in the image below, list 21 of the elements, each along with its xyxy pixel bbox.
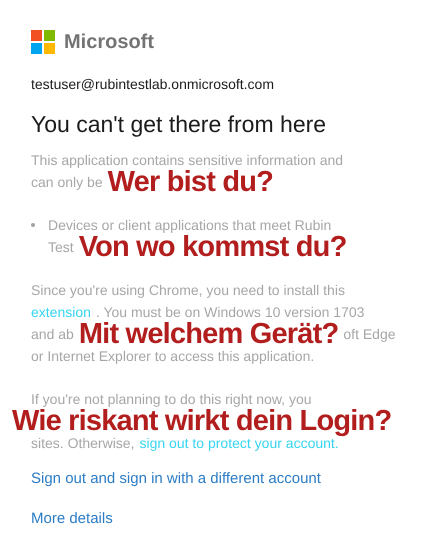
bullet-icon [31,223,35,227]
overlay-caption: Von wo kommst du? [78,232,346,262]
logo-icon [31,30,55,54]
overlay-caption: Wer bist du? [108,167,274,197]
body-text: or Internet Explorer to access this application. [31,347,314,366]
body-text: Test [48,238,74,257]
body-text: This application contains sensitive information and [31,151,344,170]
body-text: If you're not planning to do this right now, you [31,390,312,409]
action-link[interactable]: More details [31,508,113,530]
body-text: and ab [31,325,74,344]
body-text: Since you're using Chrome, you need to install this [31,281,345,300]
action-link[interactable]: Sign out and sign in with a different account [31,468,321,490]
body-text: Devices or client applications that meet Rubin [48,216,332,235]
account-email: testuser@rubintestlab.onmicrosoft.com [31,75,275,94]
body-text: . You must be on Windows 10 version 1703 [96,303,364,322]
body-text: oft Edge [343,325,396,344]
body-text: sites. Otherwise, [31,434,134,453]
page-title: You can't get there from here [31,110,328,139]
body-text: can only be [31,173,103,192]
brand-name: Microsoft [64,32,154,52]
overlay-caption: Wie riskant wirkt dein Login? [12,406,392,436]
